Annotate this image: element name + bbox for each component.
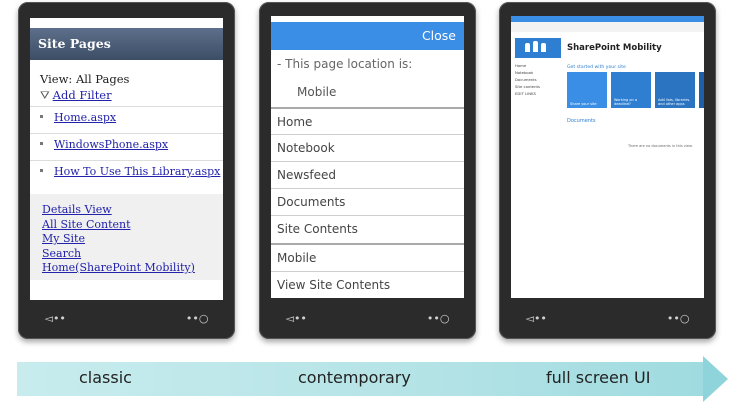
label-fullscreen: full screen UI	[546, 368, 651, 387]
left-nav-item[interactable]: Site contents	[515, 83, 540, 90]
left-nav-item[interactable]: Documents	[515, 76, 540, 83]
menu-label: Mobile	[277, 251, 317, 265]
menu-item-view-site-contents[interactable]: View Site Contents	[271, 271, 464, 298]
fullscreen-screen: SharePoint Mobility Home Notebook Docume…	[511, 16, 704, 298]
empty-message: There are no documents in this view.	[628, 144, 693, 148]
label-contemporary: contemporary	[298, 368, 411, 387]
back-button[interactable]: ◅••	[525, 312, 546, 325]
list-item[interactable]: How To Use This Library.aspx	[30, 160, 223, 185]
tile-label: Share your site	[570, 102, 597, 106]
phone-nav: ◅•• ••○	[499, 305, 716, 331]
contemporary-screen: Close - This page location is: Mobile Ho…	[271, 16, 464, 298]
filter-icon: ⛛	[40, 88, 50, 102]
menu-item-home[interactable]: Home	[271, 107, 464, 136]
page-title: Site Pages	[30, 28, 223, 60]
add-filter-link[interactable]: ⛛ Add Filter	[40, 88, 112, 103]
location-value[interactable]: Mobile	[297, 85, 336, 99]
list-item[interactable]: Home.aspx	[30, 106, 223, 131]
page-link[interactable]: WindowsPhone.aspx	[54, 138, 168, 151]
tile-label: Working on a deadline?	[614, 98, 638, 106]
bullet-icon	[40, 169, 43, 172]
ribbon-bar	[511, 22, 704, 32]
site-logo	[515, 38, 561, 58]
left-nav-item[interactable]: Notebook	[515, 69, 540, 76]
get-started-heading: Get started with your site	[567, 65, 626, 70]
menu-item-notebook[interactable]: Notebook	[271, 134, 464, 162]
phone-classic: Site Pages View: All Pages ⛛ Add Filter H…	[18, 2, 235, 339]
menu-label: View Site Contents	[277, 278, 391, 292]
search-button[interactable]: ••○	[186, 312, 209, 325]
left-nav: Home Notebook Documents Site contents ED…	[515, 62, 540, 97]
menu-item-mobile[interactable]: Mobile	[271, 243, 464, 272]
page-link[interactable]: How To Use This Library.aspx	[54, 165, 220, 178]
page-link[interactable]: Home.aspx	[54, 111, 116, 124]
phone-contemporary: Close - This page location is: Mobile Ho…	[259, 2, 476, 339]
label-classic: classic	[79, 368, 132, 387]
bullet-icon	[40, 115, 43, 118]
tile-label: Add lists, libraries, and other apps	[658, 98, 691, 106]
menu-item-documents[interactable]: Documents	[271, 188, 464, 216]
classic-screen: Site Pages View: All Pages ⛛ Add Filter H…	[30, 18, 223, 300]
list-item[interactable]: WindowsPhone.aspx	[30, 133, 223, 158]
tile-share-site[interactable]: Share your site	[567, 72, 607, 108]
location-label: - This page location is:	[277, 57, 413, 71]
search-link[interactable]: Search	[42, 247, 223, 262]
arrow-head	[703, 356, 728, 402]
phone-fullscreen: SharePoint Mobility Home Notebook Docume…	[499, 2, 716, 339]
menu-label: Documents	[277, 195, 346, 209]
windows-icon[interactable]	[599, 310, 614, 326]
tile-add-apps[interactable]: Add lists, libraries, and other apps	[655, 72, 695, 108]
menu-item-site-contents[interactable]: Site Contents	[271, 215, 464, 243]
close-bar: Close	[271, 22, 464, 50]
windows-icon[interactable]	[359, 310, 374, 326]
view-label: View: All Pages	[40, 72, 130, 86]
classic-links: Details View All Site Content My Site Se…	[30, 194, 223, 280]
windows-icon[interactable]	[118, 310, 133, 326]
search-button[interactable]: ••○	[667, 312, 690, 325]
bullet-icon	[40, 142, 43, 145]
left-nav-item[interactable]: Home	[515, 62, 540, 69]
menu-label: Newsfeed	[277, 168, 337, 182]
site-title: SharePoint Mobility	[567, 43, 662, 53]
details-view-link[interactable]: Details View	[42, 203, 223, 218]
tile-extra[interactable]	[699, 72, 704, 108]
back-button[interactable]: ◅••	[44, 312, 65, 325]
tile-deadline[interactable]: Working on a deadline?	[611, 72, 651, 108]
phone-nav: ◅•• ••○	[259, 305, 476, 331]
home-link[interactable]: Home(SharePoint Mobility)	[42, 261, 223, 276]
search-button[interactable]: ••○	[427, 312, 450, 325]
close-button[interactable]: Close	[422, 28, 456, 43]
back-button[interactable]: ◅••	[285, 312, 306, 325]
left-nav-item[interactable]: EDIT LINKS	[515, 90, 540, 97]
my-site-link[interactable]: My Site	[42, 232, 223, 247]
menu-item-newsfeed[interactable]: Newsfeed	[271, 161, 464, 189]
all-site-content-link[interactable]: All Site Content	[42, 218, 223, 233]
menu-label: Notebook	[277, 141, 335, 155]
phone-nav: ◅•• ••○	[18, 305, 235, 331]
menu-label: Site Contents	[277, 222, 358, 236]
add-filter-label: Add Filter	[52, 88, 112, 102]
menu-label: Home	[277, 115, 313, 129]
documents-heading: Documents	[567, 118, 596, 124]
